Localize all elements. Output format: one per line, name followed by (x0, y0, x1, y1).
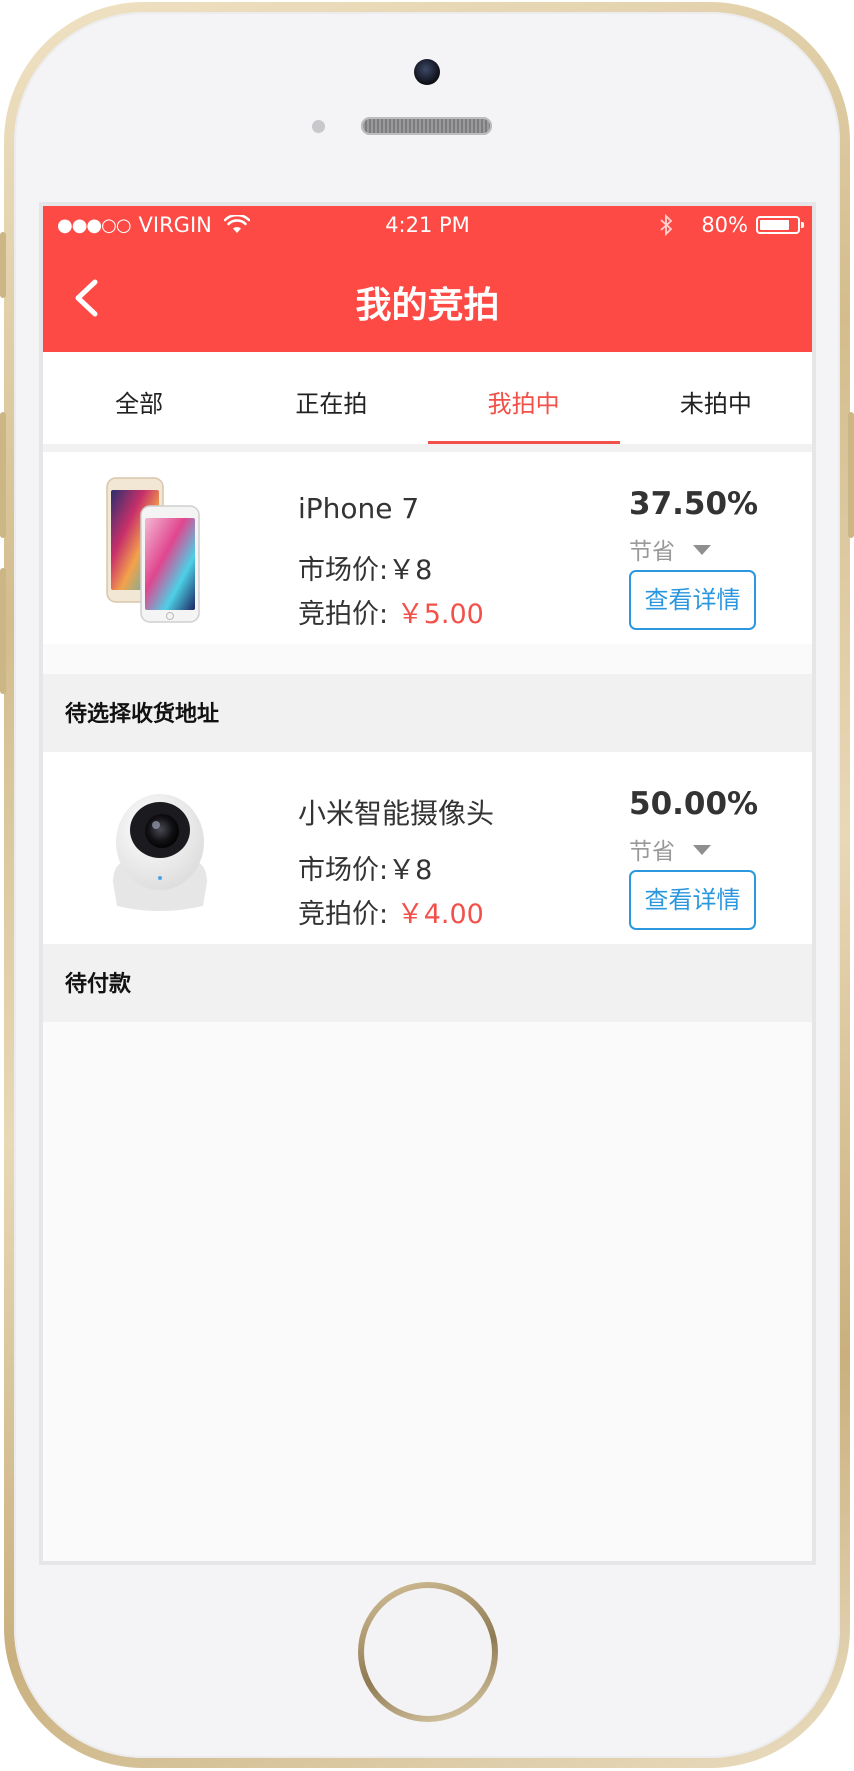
page-title: 我的竞拍 (355, 285, 500, 326)
tab-in-progress[interactable]: 正在拍 (235, 352, 427, 444)
tab-bar: 全部 正在拍 我拍中 未拍中 (43, 352, 812, 444)
market-price-label: 市场价: (298, 855, 389, 886)
market-price-label: 市场价: (298, 555, 389, 586)
front-camera (414, 59, 440, 85)
save-percent: 37.50% (629, 486, 759, 522)
volume-up-button (0, 412, 6, 538)
product-name: 小米智能摄像头 (298, 797, 495, 830)
item-status-label: 待选择收货地址 (43, 674, 812, 752)
battery-icon (756, 216, 804, 234)
market-price: 市场价:￥8 (298, 548, 432, 587)
battery-percent: 80% (701, 213, 748, 237)
bid-price-label: 竞拍价: (298, 599, 389, 630)
volume-down-button (0, 568, 6, 694)
battery-level (760, 220, 789, 230)
caret-down-icon (693, 845, 711, 855)
bid-price: 竞拍价: ￥5.00 (298, 592, 484, 631)
tab-won[interactable]: 我拍中 (427, 352, 621, 444)
auction-item-card[interactable]: 小米智能摄像头 市场价:￥8 竞拍价: ￥4.00 50.00% 节省 查看详情 (43, 752, 812, 944)
view-details-button[interactable]: 查看详情 (629, 870, 756, 930)
bluetooth-icon (660, 214, 673, 236)
bid-price: 竞拍价: ￥4.00 (298, 892, 484, 931)
nav-bar: 我的竞拍 (43, 244, 812, 352)
market-price-value: ￥8 (388, 855, 433, 886)
bid-price-value: ￥5.00 (396, 599, 484, 630)
auction-item-card[interactable]: iPhone 7 市场价:￥8 竞拍价: ￥5.00 37.50% 节省 查看详… (43, 452, 812, 644)
tab-all[interactable]: 全部 (43, 352, 235, 444)
power-button (848, 412, 854, 538)
save-toggle[interactable]: 节省 (629, 832, 711, 866)
save-label: 节省 (629, 839, 675, 865)
market-price: 市场价:￥8 (298, 848, 432, 887)
home-button-face[interactable] (364, 1588, 492, 1716)
save-percent: 50.00% (629, 786, 759, 822)
camera-product-image (113, 794, 207, 911)
caret-down-icon (693, 545, 711, 555)
bid-price-label: 竞拍价: (298, 899, 389, 930)
earpiece-speaker (361, 117, 492, 135)
divider (43, 444, 812, 452)
view-details-button[interactable]: 查看详情 (629, 570, 756, 630)
save-label: 节省 (629, 539, 675, 565)
iphone-product-image (106, 477, 200, 623)
bid-price-value: ￥4.00 (396, 899, 484, 930)
mute-switch (0, 232, 6, 298)
tab-lost[interactable]: 未拍中 (620, 352, 812, 444)
product-name: iPhone 7 (298, 492, 420, 525)
status-bar: ●●●○○ VIRGIN 4:21 PM 80% (43, 206, 812, 244)
screen: ●●●○○ VIRGIN 4:21 PM 80% 我的竞拍 全部 正在拍 我拍中… (43, 206, 812, 1561)
market-price-value: ￥8 (388, 555, 433, 586)
proximity-sensor (312, 120, 325, 133)
item-status-label: 待付款 (43, 944, 812, 1022)
save-toggle[interactable]: 节省 (629, 532, 711, 566)
